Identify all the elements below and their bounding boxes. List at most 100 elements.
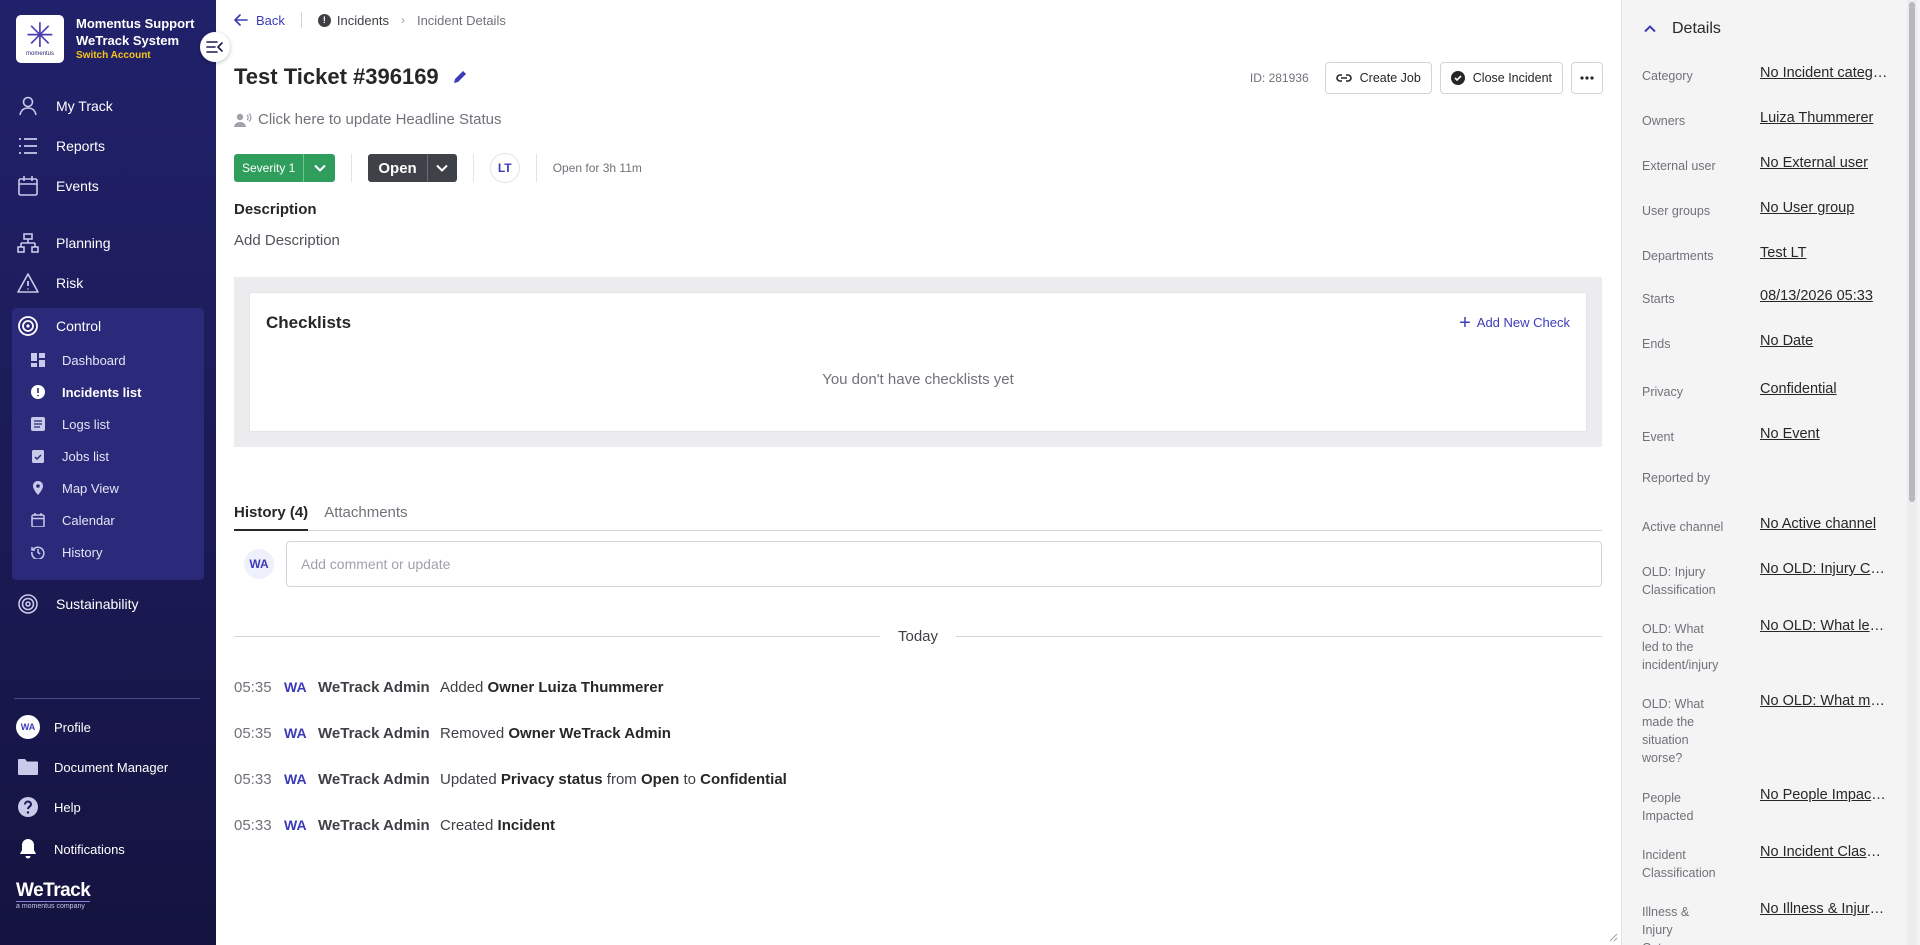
nav-planning[interactable]: Planning [16,228,111,258]
org-name-line2: WeTrack System [76,33,180,48]
nav-calendar[interactable]: Calendar [30,508,115,532]
description-heading: Description [234,201,317,218]
nav-control[interactable]: Control [16,311,101,341]
more-options-button[interactable] [1571,62,1603,94]
tab-history[interactable]: History (4) [234,504,309,531]
nav-notifications[interactable]: Notifications [16,834,125,864]
detail-value[interactable]: Test LT [1760,245,1888,261]
entry-avatar: WA [284,817,307,833]
severity-label: Severity 1 [234,154,304,182]
comment-input[interactable] [286,541,1602,587]
day-label: Today [897,628,939,645]
entry-user: WeTrack Admin [318,678,430,696]
create-job-button[interactable]: Create Job [1324,62,1432,94]
headline-status[interactable]: Click here to update Headline Status [234,111,501,128]
checklists-empty-state: You don't have checklists yet [822,371,1014,388]
detail-value[interactable]: No Illness & Injury Category [1760,901,1888,917]
map-pin-icon [30,480,46,496]
detail-value[interactable]: 08/13/2026 05:33 [1760,288,1888,304]
more-horizontal-icon [1580,76,1594,80]
collapse-sidebar-button[interactable] [200,32,230,62]
nav-logs-list[interactable]: Logs list [30,412,110,436]
assignee-avatar[interactable]: LT [489,153,520,183]
target-icon [16,314,40,338]
detail-value[interactable]: No Event [1760,426,1888,442]
detail-value[interactable]: No People Impacted [1760,787,1888,803]
account-switcher[interactable]: ✳ momentus Momentus Support WeTrack Syst… [16,15,194,63]
detail-value[interactable]: Confidential [1760,381,1888,397]
user-icon [16,94,40,118]
close-incident-button[interactable]: Close Incident [1439,62,1563,94]
nav-label: Help [54,799,81,815]
add-new-check-button[interactable]: + Add New Check [1459,313,1570,333]
resize-handle-icon[interactable] [1608,932,1618,942]
scrollbar-thumb[interactable] [1909,2,1915,502]
entry-text: Added Owner Luiza Thummerer [440,678,664,696]
alert-circle-icon: ! [317,13,331,27]
dashboard-icon [30,352,46,368]
chevron-down-icon[interactable] [303,154,336,182]
detail-label: OLD: Injury Classification [1642,565,1716,597]
nav-help[interactable]: Help [16,792,81,822]
status-dropdown[interactable]: Open [368,154,457,182]
detail-label: Event [1642,430,1674,444]
detail-value[interactable]: No Incident Classification [1760,844,1888,860]
nav-reports[interactable]: Reports [16,131,105,161]
current-user-avatar: WA [244,549,274,579]
nav-label: My Track [56,98,113,114]
detail-label: Incident Classification [1642,848,1716,880]
detail-value[interactable]: No External user [1760,155,1888,171]
entry-time: 05:33 [234,770,272,788]
details-toggle[interactable]: Details [1644,20,1721,38]
details-scrollbar[interactable] [1907,0,1917,945]
nav-dashboard[interactable]: Dashboard [30,348,126,372]
calendar-icon [30,512,46,528]
nav-history[interactable]: History [30,540,102,564]
detail-value[interactable]: No OLD: What made the situation worse? [1760,693,1888,709]
pencil-icon[interactable] [453,70,467,84]
nav-map-view[interactable]: Map View [30,476,119,500]
nav-my-track[interactable]: My Track [16,91,113,121]
severity-dropdown[interactable]: Severity 1 [234,154,336,182]
detail-value[interactable]: No Date [1760,333,1888,349]
detail-value[interactable]: No OLD: What led to the incident/injury [1760,618,1888,634]
nav-label: Profile [54,719,91,735]
incident-title: Test Ticket #396169 [234,64,439,89]
detail-value[interactable]: No OLD: Injury Classification [1760,561,1888,577]
nav-risk[interactable]: Risk [16,268,83,298]
detail-value[interactable]: No Incident category [1760,65,1888,81]
add-description-field[interactable]: Add Description [234,232,340,249]
breadcrumb-current: Incident Details [416,12,506,28]
entry-user: WeTrack Admin [318,816,430,834]
breadcrumb-incidents[interactable]: Incidents [337,13,389,28]
chevron-down-icon[interactable] [426,154,457,182]
nav-label: Calendar [62,512,115,528]
tab-attachments[interactable]: Attachments [324,504,407,531]
speaker-icon [234,112,252,127]
detail-value[interactable]: No Active channel [1760,516,1888,532]
nav-sustainability[interactable]: Sustainability [16,589,139,619]
org-name-line1: Momentus Support [76,16,195,31]
nav-document-manager[interactable]: Document Manager [16,752,168,782]
history-entry: 05:35 WA WeTrack Admin Added Owner Luiza… [234,675,663,699]
top-bar: Back ! Incidents › Incident Details [234,12,506,28]
history-entry: 05:33 WA WeTrack Admin Created Incident [234,813,555,837]
chevron-right-icon: › [400,13,405,27]
nav-profile[interactable]: WA Profile [16,712,91,742]
detail-label: Ends [1642,337,1671,351]
nav-incidents-list[interactable]: Incidents list [30,380,141,404]
detail-label: Illness & Injury Category [1642,905,1693,945]
detail-label: User groups [1642,204,1711,218]
nav-jobs-list[interactable]: Jobs list [30,444,109,468]
detail-value[interactable]: Luiza Thummerer [1760,110,1888,126]
detail-label: OLD: What made the situation worse? [1642,697,1704,765]
help-icon [16,795,40,819]
switch-account-link[interactable]: Switch Account [76,49,194,63]
back-button[interactable]: Back [234,13,285,28]
entry-user: WeTrack Admin [318,724,430,742]
nav-events[interactable]: Events [16,171,99,201]
header-actions: ID: 281936 Create Job Close Incident [1250,62,1603,94]
sidebar-divider [14,698,200,699]
detail-value[interactable]: No User group [1760,200,1888,216]
detail-label: Privacy [1642,385,1683,399]
